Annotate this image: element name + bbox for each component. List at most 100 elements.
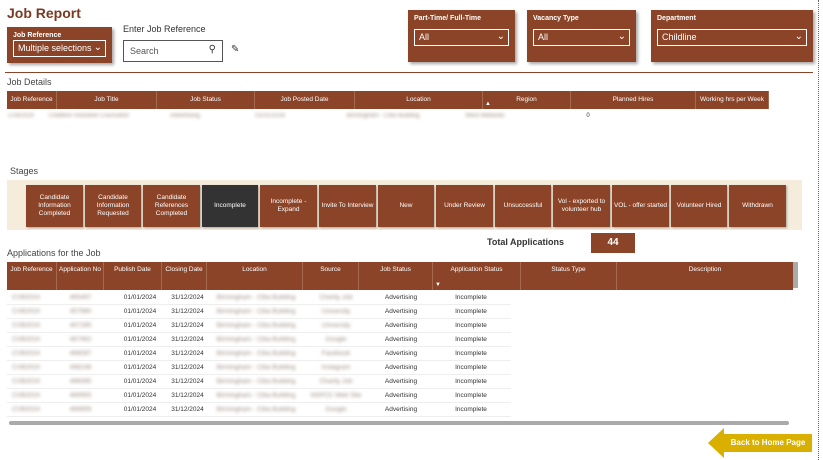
table-cell: Incomplete (455, 336, 487, 343)
table-cell: 31/12/2024 (171, 336, 204, 343)
column-header[interactable]: Job Reference (7, 262, 57, 290)
column-header[interactable]: Job Status (157, 91, 255, 109)
table-cell: Birmingham - Ciba Building (216, 378, 296, 385)
column-header[interactable]: Application Status (433, 262, 521, 290)
table-cell: 31/12/2024 (171, 308, 204, 315)
table-cell: 31/12/2024 (171, 406, 204, 413)
vacancy-type-slicer[interactable]: Vacancy Type All ⌄ (527, 10, 636, 62)
table-row[interactable]: CVB2024 498248 01/01/2024 31/12/2024 Bir… (7, 361, 511, 375)
column-header[interactable]: Source (303, 262, 359, 290)
stage-button[interactable]: Unsuccessful (495, 185, 551, 227)
column-header[interactable]: Region (483, 91, 571, 109)
table-cell: 01/01/2024 (123, 350, 157, 357)
table-cell: CVB2024 (12, 294, 40, 301)
stage-button-selected[interactable]: Incomplete (202, 185, 258, 227)
job-reference-label: Job Reference (13, 32, 62, 39)
stage-button[interactable]: VOL - offer started (612, 185, 669, 227)
table-cell: Birmingham - Ciba Building (216, 322, 296, 329)
stage-button[interactable]: Invite To Interview (319, 185, 376, 227)
column-header[interactable]: Job Posted Date (255, 91, 355, 109)
table-cell: 01/01/2024 (123, 364, 157, 371)
table-row[interactable]: CVB2024 468087 01/01/2024 31/12/2024 Bir… (7, 347, 511, 361)
table-cell: Childline Volunteer Counsellor (48, 113, 130, 119)
stage-button[interactable]: Under Review (436, 185, 493, 227)
horizontal-scrollbar[interactable] (9, 421, 789, 425)
table-cell: 467462 (69, 336, 92, 343)
column-header[interactable]: Application No (57, 262, 104, 290)
vertical-scrollbar[interactable] (793, 262, 798, 288)
part-time-label: Part-Time/ Full-Time (414, 15, 482, 22)
column-header[interactable]: Publish Date (104, 262, 162, 290)
column-header[interactable]: Status Type (521, 262, 617, 290)
table-cell: 31/12/2024 (171, 350, 204, 357)
job-reference-dropdown[interactable]: Multiple selections ⌄ (13, 40, 106, 57)
department-dropdown[interactable]: Childline ⌄ (657, 29, 807, 46)
job-details-row[interactable]: CVB2024 Childline Volunteer Counsellor A… (7, 110, 732, 122)
chevron-down-icon: ⌄ (617, 31, 626, 42)
back-to-home-button[interactable]: Back to Home Page (708, 428, 812, 458)
part-time-slicer[interactable]: Part-Time/ Full-Time All ⌄ (408, 10, 515, 62)
vacancy-type-label: Vacancy Type (533, 15, 579, 22)
search-icon[interactable]: ⚲ (209, 44, 216, 55)
table-cell: Google (325, 336, 347, 343)
table-cell: Advertising (384, 378, 418, 385)
table-cell: Advertising (384, 308, 418, 315)
table-cell: Birmingham - Ciba Building (216, 392, 296, 399)
column-header[interactable]: Description (617, 262, 793, 290)
stage-button[interactable]: Vol - exported to volunteer hub (553, 185, 610, 227)
column-header[interactable]: Location (207, 262, 303, 290)
table-cell: CVB2024 (12, 308, 40, 315)
table-cell: NSPCC Web Site (310, 392, 362, 399)
table-cell: 468087 (69, 350, 92, 357)
table-row[interactable]: CVB2024 465497 01/01/2024 31/12/2024 Bir… (7, 291, 511, 305)
table-cell: CVB2024 (12, 350, 40, 357)
stage-button[interactable]: Candidate Information Completed (26, 185, 83, 227)
table-row[interactable]: CVB2024 469955 01/01/2024 31/12/2024 Bir… (7, 389, 511, 403)
stages-label: Stages (10, 166, 39, 176)
sort-arrow-icon: ▼ (435, 282, 441, 288)
column-header[interactable]: Location (355, 91, 483, 109)
table-cell: 469955 (69, 392, 92, 399)
table-cell: Birmingham - Ciba Building (216, 406, 296, 413)
stage-button[interactable]: Withdrawn (729, 185, 786, 227)
column-header[interactable]: Closing Date (162, 262, 207, 290)
table-row[interactable]: CVB2024 496085 01/01/2024 31/12/2024 Bir… (7, 375, 511, 389)
vacancy-type-dropdown[interactable]: All ⌄ (533, 29, 630, 46)
stage-button[interactable]: Incomplete - Expand (260, 185, 317, 227)
column-header[interactable]: Planned Hires (571, 91, 696, 109)
table-cell: Birmingham - Ciba Building (216, 350, 296, 357)
table-cell: Birmingham - Ciba Building (216, 364, 296, 371)
eraser-icon[interactable]: ✎ (231, 44, 239, 55)
table-row[interactable]: CVB2024 457285 01/01/2024 31/12/2024 Bir… (7, 319, 511, 333)
table-cell: 01/01/2024 (123, 336, 157, 343)
column-header[interactable]: Job Status (359, 262, 433, 290)
search-placeholder: Search (130, 46, 159, 56)
search-input[interactable]: Search ⚲ (123, 40, 223, 62)
table-cell: 457285 (69, 322, 92, 329)
stage-button[interactable]: New (378, 185, 434, 227)
stage-button[interactable]: Candidate Information Requested (85, 185, 141, 227)
table-row[interactable]: CVB2024 467462 01/01/2024 31/12/2024 Bir… (7, 333, 511, 347)
part-time-dropdown[interactable]: All ⌄ (414, 29, 509, 46)
table-cell: 498248 (69, 364, 92, 371)
table-row[interactable]: CVB2024 457980 01/01/2024 31/12/2024 Bir… (7, 305, 511, 319)
table-cell: 0 (586, 113, 590, 119)
table-cell: Birmingham - Ciba Building (216, 308, 296, 315)
total-applications-label: Total Applications (487, 237, 565, 247)
job-reference-value: Multiple selections (18, 43, 92, 53)
back-to-home-label: Back to Home Page (724, 434, 812, 452)
job-reference-slicer[interactable]: Job Reference Multiple selections ⌄ (7, 27, 112, 63)
department-slicer[interactable]: Department Childline ⌄ (651, 10, 813, 62)
applications-header: Job Reference Application No Publish Dat… (7, 262, 793, 290)
column-header[interactable]: Working hrs per Week (696, 91, 769, 109)
table-cell: 465497 (69, 294, 92, 301)
column-header[interactable]: Job Reference (7, 91, 57, 109)
table-row[interactable]: CVB2024 469959 01/01/2024 31/12/2024 Bir… (7, 403, 511, 417)
table-cell: Advertising (384, 392, 418, 399)
column-header[interactable]: Job Title (57, 91, 157, 109)
stage-button[interactable]: Candidate References Completed (143, 185, 200, 227)
table-cell: 457980 (69, 308, 92, 315)
table-cell: Incomplete (455, 378, 487, 385)
stage-button[interactable]: Volunteer Hired (671, 185, 727, 227)
table-cell: 31/12/2024 (171, 364, 204, 371)
